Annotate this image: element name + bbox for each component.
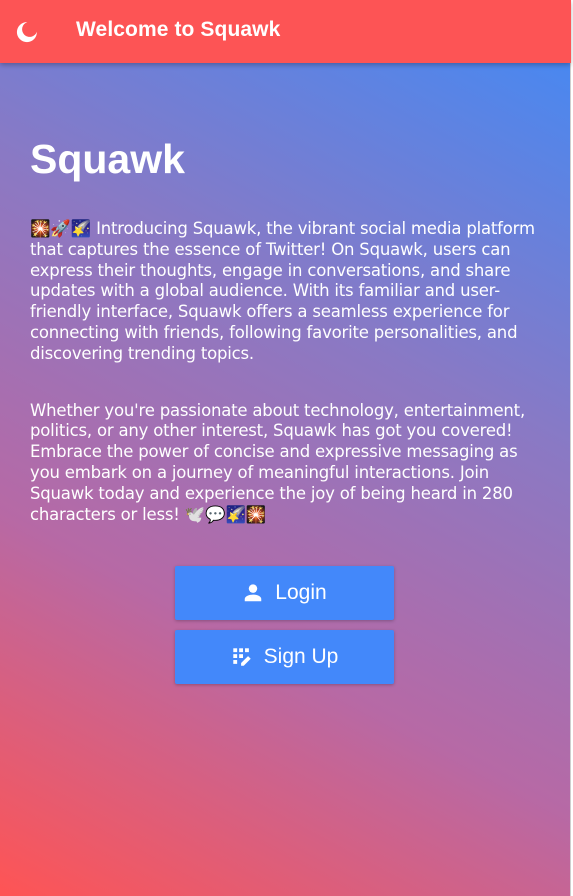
intro-paragraph: 🎇🚀🌠 Introducing Squawk, the vibrant soci… bbox=[30, 219, 535, 363]
moon-icon[interactable] bbox=[15, 20, 39, 44]
signup-button[interactable]: Sign Up bbox=[175, 630, 394, 684]
app-bar: Welcome to Squawk bbox=[0, 0, 571, 63]
page-title: Squawk bbox=[30, 136, 185, 182]
login-label: Login bbox=[275, 581, 327, 604]
person-icon bbox=[242, 582, 264, 604]
intro-content: Squawk 🎇🚀🌠 Introducing Squawk, the vibra… bbox=[30, 128, 545, 525]
login-button[interactable]: Login bbox=[175, 566, 394, 620]
app-registration-icon bbox=[231, 646, 253, 668]
intro-paragraph-2: Whether you're passionate about technolo… bbox=[30, 400, 525, 524]
auth-actions: Login Sign Up bbox=[175, 566, 394, 684]
app-screen: Welcome to Squawk Squawk 🎇🚀🌠 Introducing… bbox=[0, 0, 571, 896]
signup-label: Sign Up bbox=[263, 645, 339, 668]
app-title: Welcome to Squawk bbox=[76, 18, 281, 41]
